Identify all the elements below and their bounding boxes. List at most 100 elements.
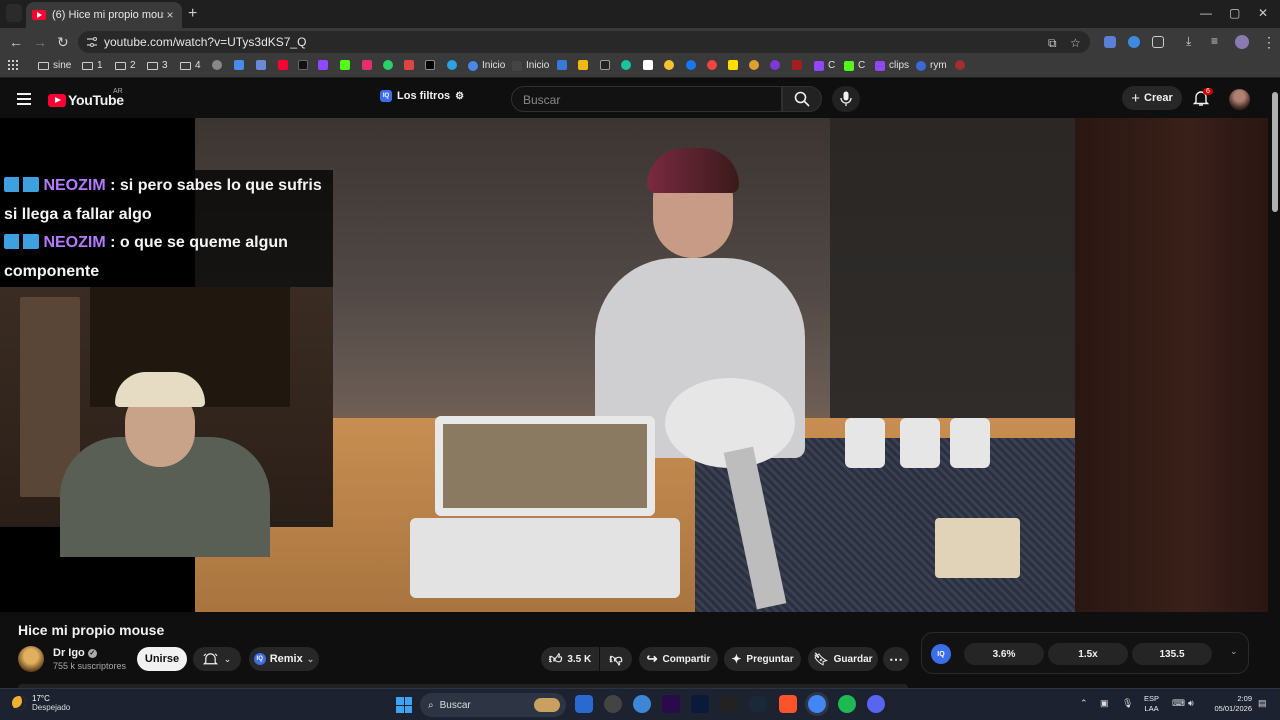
tray-overflow-icon[interactable]: ⌃: [1080, 698, 1088, 709]
whatsapp-bookmark-icon[interactable]: [383, 60, 393, 70]
bookmark-favicon[interactable]: [955, 60, 965, 70]
page-scrollbar[interactable]: [1270, 80, 1280, 680]
channel-avatar[interactable]: [18, 646, 44, 672]
telegram-bookmark-icon[interactable]: [447, 60, 457, 70]
premiere-icon[interactable]: [662, 695, 680, 713]
input-language[interactable]: ESP LAA: [1144, 694, 1159, 714]
bookmark-favicon[interactable]: [792, 60, 802, 70]
network-icon[interactable]: ⌨: [1172, 698, 1185, 709]
forward-arrow-icon[interactable]: →: [33, 34, 47, 50]
install-app-icon[interactable]: ⧉: [1048, 36, 1057, 51]
bookmark-favicon[interactable]: [749, 60, 759, 70]
epic-games-icon[interactable]: [720, 695, 738, 713]
facebook-bookmark-icon[interactable]: [686, 60, 696, 70]
share-button[interactable]: ↪ Compartir: [639, 647, 718, 671]
minimize-button[interactable]: —: [1200, 6, 1212, 20]
new-tab-button[interactable]: +: [188, 5, 197, 23]
bookmark-folder-1[interactable]: 1: [82, 60, 103, 71]
taskbar-search[interactable]: ⌕ Buscar: [420, 693, 566, 717]
bookmark-favicon[interactable]: [643, 60, 653, 70]
photoshop-icon[interactable]: [691, 695, 709, 713]
reading-list-icon[interactable]: ≡: [1211, 34, 1218, 48]
more-actions-button[interactable]: ⋯: [883, 647, 909, 671]
scrollbar-thumb[interactable]: [1272, 92, 1278, 212]
address-bar[interactable]: youtube.com/watch?v=UTys3dKS7_Q ⧉ ☆: [78, 31, 1090, 53]
windows-start-icon[interactable]: [396, 697, 412, 713]
ask-button[interactable]: ✦ Preguntar: [724, 647, 801, 671]
tab-search-button[interactable]: [6, 4, 22, 22]
bookmark-favicon[interactable]: [770, 60, 780, 70]
notification-settings-button[interactable]: ⌄: [193, 647, 241, 671]
notification-center-icon[interactable]: ▤: [1258, 698, 1267, 709]
downloads-icon[interactable]: ⤓: [1186, 34, 1191, 49]
tray-mic-icon[interactable]: 🎙︎: [1122, 698, 1133, 709]
weather-widget[interactable]: 17°C Despejado: [12, 694, 70, 712]
bookmark-inicio-1[interactable]: Inicio: [468, 60, 505, 71]
restore-button[interactable]: ▢: [1229, 6, 1240, 20]
brave-icon[interactable]: [779, 695, 797, 713]
app-icon[interactable]: [604, 695, 622, 713]
kick-bookmark-icon[interactable]: [340, 60, 350, 70]
bookmark-favicon[interactable]: [621, 60, 631, 70]
search-input[interactable]: Buscar: [511, 86, 782, 112]
tiktok-bookmark-icon[interactable]: [298, 60, 308, 70]
extension-icon[interactable]: [1128, 36, 1140, 48]
bookmark-favicon[interactable]: [256, 60, 266, 70]
youtube-logo[interactable]: YouTube AR: [48, 88, 124, 108]
bookmark-inicio-2[interactable]: Inicio: [512, 60, 549, 71]
bookmark-clips[interactable]: clips: [875, 60, 909, 71]
tab-close-icon[interactable]: ×: [164, 8, 176, 22]
chrome-icon[interactable]: [808, 695, 826, 713]
close-window-button[interactable]: ✕: [1258, 6, 1268, 20]
bookmark-folder-2[interactable]: 2: [115, 60, 136, 71]
create-button[interactable]: + Crear: [1122, 86, 1182, 110]
apps-grid-icon[interactable]: [8, 60, 18, 70]
voice-search-button[interactable]: [832, 86, 860, 112]
bookmark-favicon[interactable]: [234, 60, 244, 70]
volume-icon[interactable]: 🔊︎: [1188, 698, 1194, 709]
instagram-bookmark-icon[interactable]: [362, 60, 372, 70]
spotify-icon[interactable]: [838, 695, 856, 713]
chevron-down-icon[interactable]: ⌄: [1230, 646, 1238, 657]
bookmark-favicon[interactable]: [728, 60, 738, 70]
site-info-icon[interactable]: [86, 36, 98, 48]
tray-app-icon[interactable]: ▣: [1100, 698, 1109, 709]
bookmark-favicon[interactable]: [578, 60, 588, 70]
twitch-bookmark-icon[interactable]: [318, 60, 328, 70]
bookmark-folder-3[interactable]: 3: [147, 60, 168, 71]
save-button[interactable]: 🔖︎ Guardar: [808, 647, 878, 671]
account-avatar[interactable]: [1229, 89, 1250, 110]
bookmark-favicon[interactable]: [600, 60, 610, 70]
bookmark-favicon[interactable]: [707, 60, 717, 70]
dislike-button[interactable]: 👎︎: [600, 647, 632, 671]
back-arrow-icon[interactable]: ←: [9, 34, 23, 50]
bookmark-rym[interactable]: rym: [916, 60, 947, 71]
menu-hamburger-icon[interactable]: [17, 93, 31, 108]
task-view-icon[interactable]: [575, 695, 593, 713]
bookmark-favicon[interactable]: [664, 60, 674, 70]
taskbar-clock[interactable]: 2:09 05/01/2026: [1208, 694, 1252, 714]
browser-menu-icon[interactable]: ⋮: [1262, 34, 1276, 51]
remix-button[interactable]: IQ Remix ⌄: [249, 647, 319, 671]
discord-icon[interactable]: [867, 695, 885, 713]
steam-icon[interactable]: [749, 695, 767, 713]
filters-button[interactable]: IQ Los filtros ⚙: [380, 90, 464, 102]
like-button[interactable]: 👍︎ 3.5 K: [541, 647, 599, 671]
video-player[interactable]: NEOZIM : si pero sabes lo que sufris si …: [0, 118, 1268, 612]
reload-icon[interactable]: ↻: [57, 34, 69, 51]
gmail-bookmark-icon[interactable]: [404, 60, 414, 70]
bookmark-star-icon[interactable]: ☆: [1070, 36, 1081, 50]
bookmark-folder-sine[interactable]: sine: [38, 60, 71, 71]
bookmark-c-kick[interactable]: C: [844, 60, 865, 71]
youtube-bookmark-icon[interactable]: [278, 60, 288, 70]
bookmark-folder-4[interactable]: 4: [180, 60, 201, 71]
profile-avatar-icon[interactable]: [1235, 35, 1249, 49]
x-bookmark-icon[interactable]: [425, 60, 435, 70]
channel-name[interactable]: Dr Igo ✓: [53, 647, 97, 659]
bookmark-favicon[interactable]: [557, 60, 567, 70]
active-tab[interactable]: (6) Hice mi propio mouse - You ×: [26, 2, 182, 28]
bookmark-favicon[interactable]: [212, 60, 222, 70]
bookmark-c-twitch[interactable]: C: [814, 60, 835, 71]
translate-extension-icon[interactable]: [1104, 36, 1116, 48]
extensions-puzzle-icon[interactable]: [1152, 36, 1164, 48]
